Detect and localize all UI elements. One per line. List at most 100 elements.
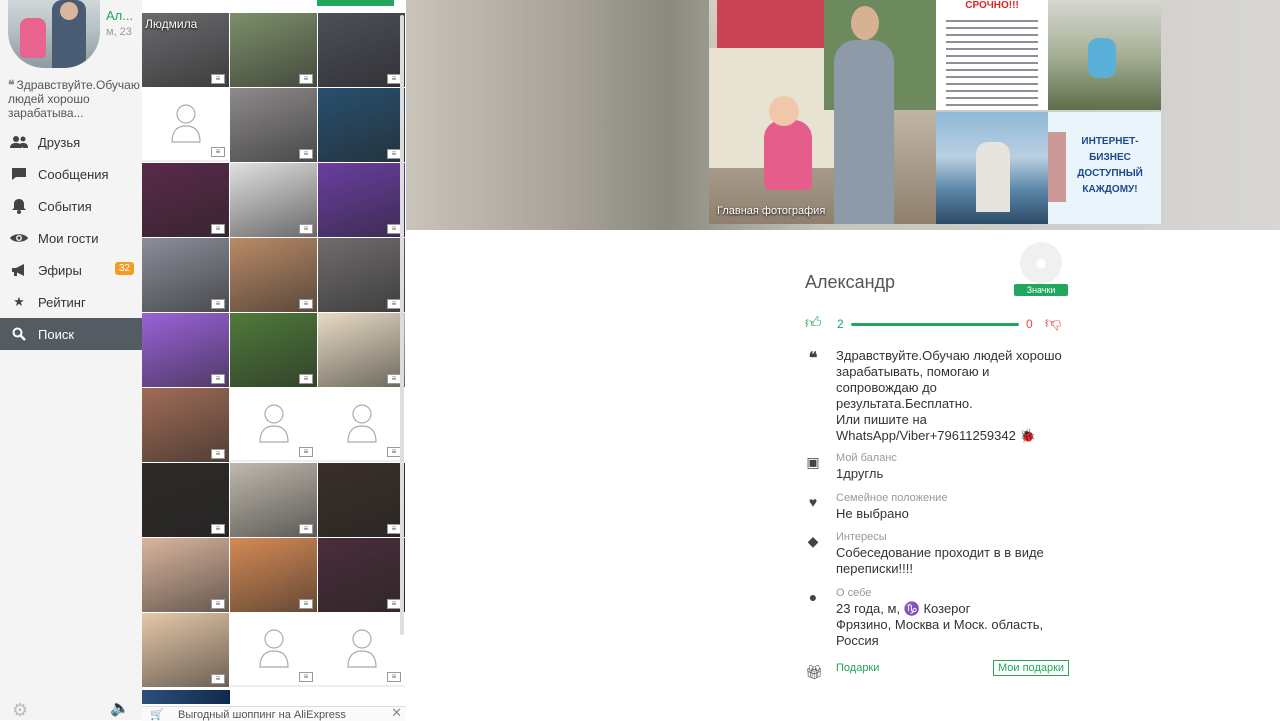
grid-cell-photo[interactable]: ≡ bbox=[318, 238, 405, 312]
no-photo-icon bbox=[347, 404, 377, 443]
grid-cell-photo[interactable]: ≡ bbox=[142, 463, 229, 537]
gifts-link[interactable]: Подарки bbox=[836, 662, 879, 674]
main-photo[interactable]: Главная фотография bbox=[709, 0, 936, 224]
photo-banner: Главная фотография СРОЧНО!!! ИНТЕРНЕТ-БИ… bbox=[406, 0, 1280, 230]
star-icon: ★ bbox=[13, 294, 25, 309]
menu-icon[interactable]: ≡ bbox=[387, 524, 401, 534]
menu-icon[interactable]: ≡ bbox=[211, 599, 225, 609]
no-photo-icon bbox=[259, 404, 289, 443]
grid-cell-photo[interactable]: ≡ bbox=[318, 88, 405, 162]
likes-count: 2 bbox=[837, 317, 844, 331]
dislike-icon[interactable]: 👎︎ bbox=[1045, 314, 1061, 333]
grid-cell-placeholder[interactable]: ≡ bbox=[142, 88, 229, 162]
grid-cell-photo[interactable]: ≡ bbox=[142, 313, 229, 387]
cart-icon: 🛒 bbox=[150, 709, 164, 721]
avatar[interactable] bbox=[8, 0, 100, 68]
ad-bar[interactable]: 🛒 Выгодный шоппинг на AliExpress ✕ bbox=[142, 705, 406, 721]
grid-cell-photo[interactable]: ≡ bbox=[230, 163, 317, 237]
profile-name[interactable]: Ал... bbox=[106, 8, 133, 23]
grid-cell-photo[interactable]: ≡ bbox=[230, 13, 317, 87]
profile-meta: м, 23 bbox=[106, 26, 132, 38]
sidebar-item-messages[interactable]: Сообщения bbox=[0, 158, 142, 190]
sidebar-item-broadcasts[interactable]: Эфиры 32 bbox=[0, 254, 142, 286]
menu-icon[interactable]: ≡ bbox=[211, 449, 225, 459]
like-icon[interactable]: 👍︎ bbox=[805, 314, 822, 333]
grid-cell-photo[interactable]: ≡ bbox=[318, 463, 405, 537]
grid-cell-photo[interactable]: ≡ bbox=[230, 538, 317, 612]
menu-icon[interactable]: ≡ bbox=[299, 149, 313, 159]
menu-icon[interactable]: ≡ bbox=[299, 374, 313, 384]
gear-icon[interactable]: ⚙ bbox=[12, 700, 28, 721]
grid-scrollbar[interactable] bbox=[400, 15, 404, 635]
grid-cell-photo[interactable]: ≡ bbox=[142, 388, 229, 462]
grid-cell-photo[interactable]: ≡ bbox=[142, 238, 229, 312]
grid-cell-photo[interactable]: ≡ bbox=[318, 538, 405, 612]
menu-icon[interactable]: ≡ bbox=[299, 524, 313, 534]
menu-icon[interactable]: ≡ bbox=[387, 74, 401, 84]
menu-icon[interactable]: ≡ bbox=[211, 524, 225, 534]
photo-thumb-lake[interactable] bbox=[936, 112, 1048, 224]
messages-icon bbox=[10, 166, 28, 182]
menu-icon[interactable]: ≡ bbox=[387, 599, 401, 609]
menu-icon[interactable]: ≡ bbox=[387, 299, 401, 309]
close-icon[interactable]: ✕ bbox=[391, 705, 402, 721]
menu-icon[interactable]: ≡ bbox=[211, 374, 225, 384]
speaker-icon[interactable]: 🔈 bbox=[110, 698, 130, 718]
grid-cell-photo[interactable]: ≡ bbox=[230, 88, 317, 162]
menu-icon[interactable]: ≡ bbox=[211, 74, 225, 84]
grid-cell-photo[interactable]: ≡ bbox=[318, 313, 405, 387]
grid-cell-placeholder[interactable]: ≡ bbox=[318, 613, 405, 687]
menu-icon[interactable]: ≡ bbox=[299, 299, 313, 309]
sidebar-footer: ⚙ 🔈 bbox=[0, 696, 142, 720]
grid-cell-photo[interactable]: ≡ Людмила bbox=[142, 13, 229, 87]
menu-icon[interactable]: ≡ bbox=[387, 374, 401, 384]
grid-cell-photo[interactable]: ≡ bbox=[230, 238, 317, 312]
menu-icon[interactable]: ≡ bbox=[299, 74, 313, 84]
person-icon: ● bbox=[808, 589, 818, 605]
menu-icon[interactable]: ≡ bbox=[387, 224, 401, 234]
teaser-image[interactable] bbox=[142, 690, 230, 704]
quote-icon: ❝ bbox=[8, 78, 15, 92]
grid-cell-photo[interactable]: ≡ bbox=[318, 163, 405, 237]
own-profile[interactable]: Ал... м, 23 bbox=[8, 0, 142, 75]
sidebar-item-search[interactable]: Поиск bbox=[0, 318, 142, 350]
menu-icon[interactable]: ≡ bbox=[387, 672, 401, 682]
photo-thumb-urgent[interactable]: СРОЧНО!!! bbox=[936, 0, 1048, 110]
sidebar-item-events[interactable]: События bbox=[0, 190, 142, 222]
sidebar-item-guests[interactable]: Мои гости bbox=[0, 222, 142, 254]
menu-icon[interactable]: ≡ bbox=[211, 299, 225, 309]
status-text[interactable]: ❝ Здравствуйте.Обучаю людей хорошо зараба… bbox=[8, 78, 140, 120]
grid-cell-photo[interactable]: ≡ bbox=[318, 13, 405, 87]
no-photo-icon bbox=[171, 104, 201, 143]
badges-widget[interactable]: ● Значки bbox=[1014, 242, 1068, 296]
menu-icon[interactable]: ≡ bbox=[299, 224, 313, 234]
grid-cell-photo[interactable]: ≡ bbox=[142, 613, 229, 687]
no-photo-icon bbox=[347, 629, 377, 668]
dislikes-count: 0 bbox=[1026, 317, 1033, 331]
menu-icon[interactable]: ≡ bbox=[299, 599, 313, 609]
menu-icon[interactable]: ≡ bbox=[387, 447, 401, 457]
grid-cell-placeholder[interactable]: ≡ bbox=[230, 388, 317, 462]
menu-icon[interactable]: ≡ bbox=[299, 447, 313, 457]
menu-icon[interactable]: ≡ bbox=[387, 149, 401, 159]
menu-icon[interactable]: ≡ bbox=[299, 672, 313, 682]
grid-cell-photo[interactable]: ≡ bbox=[230, 313, 317, 387]
grid-cell-photo[interactable]: ≡ bbox=[142, 163, 229, 237]
search-icon bbox=[10, 326, 28, 342]
grid-cell-placeholder[interactable]: ≡ bbox=[318, 388, 405, 462]
grid-cell-placeholder[interactable]: ≡ bbox=[230, 613, 317, 687]
sidebar-item-rating[interactable]: ★ Рейтинг bbox=[0, 286, 142, 318]
photo-thumb-kid[interactable] bbox=[1048, 0, 1161, 110]
menu-icon[interactable]: ≡ bbox=[211, 224, 225, 234]
sidebar-nav: Друзья Сообщения События Мои гости Эфиры bbox=[0, 126, 142, 350]
photo-thumb-business[interactable]: ИНТЕРНЕТ-БИЗНЕС ДОСТУПНЫЙ КАЖДОМУ! bbox=[1048, 112, 1161, 224]
sidebar-item-friends[interactable]: Друзья bbox=[0, 126, 142, 158]
bell-icon bbox=[10, 198, 28, 214]
menu-icon[interactable]: ≡ bbox=[211, 674, 225, 684]
gift-icon: 🎁︎ bbox=[805, 664, 823, 680]
grid-cell-photo[interactable]: ≡ bbox=[230, 463, 317, 537]
menu-icon[interactable]: ≡ bbox=[211, 147, 225, 157]
my-gifts-button[interactable]: Мои подарки bbox=[993, 660, 1070, 676]
grid-cell-photo[interactable]: ≡ bbox=[142, 538, 229, 612]
grid-top-button[interactable] bbox=[317, 0, 394, 6]
